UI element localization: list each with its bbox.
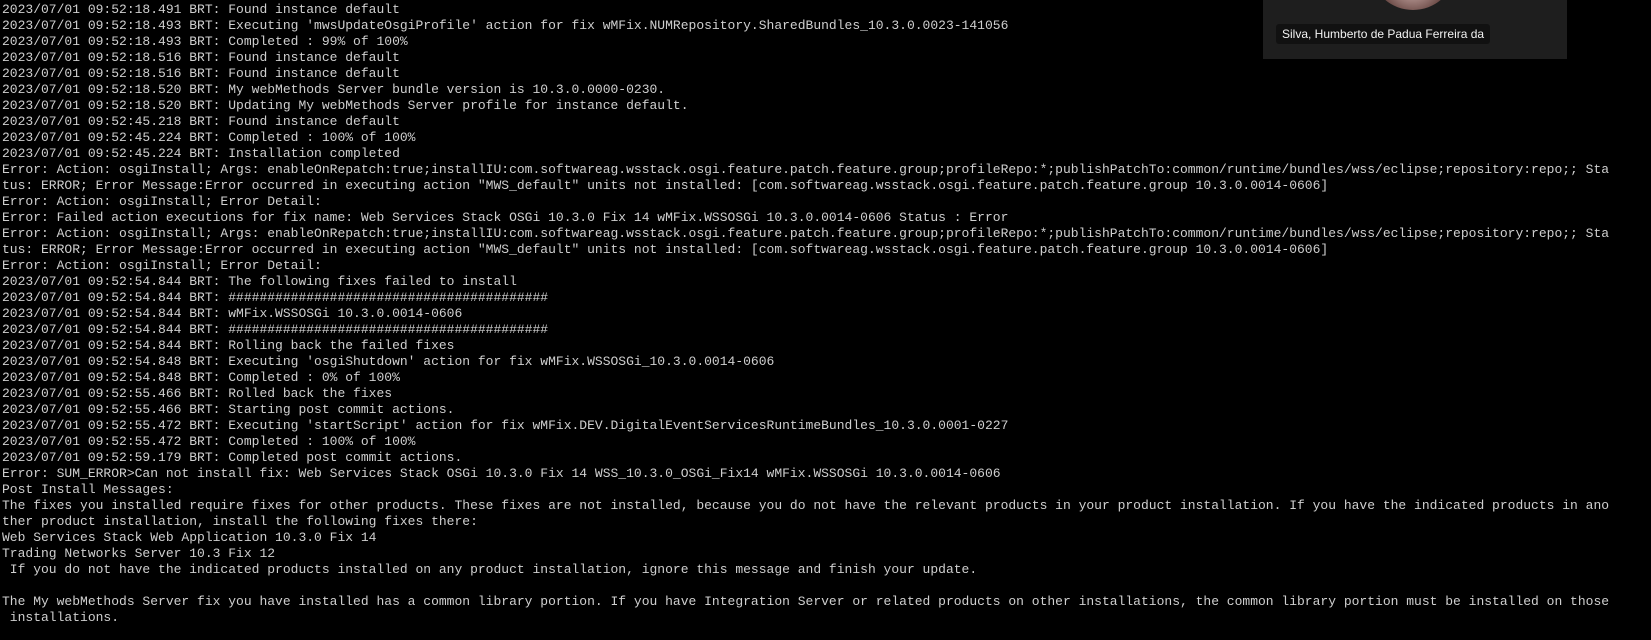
- terminal-line: Web Services Stack Web Application 10.3.…: [2, 530, 377, 545]
- terminal-line: 2023/07/01 09:52:54.844 BRT: wMFix.WSSOS…: [2, 306, 463, 321]
- terminal-line: 2023/07/01 09:52:18.520 BRT: My webMetho…: [2, 82, 666, 97]
- participant-name-label: Silva, Humberto de Padua Ferreira da: [1276, 24, 1491, 44]
- terminal-line: 2023/07/01 09:52:54.844 BRT: ###########…: [2, 290, 549, 305]
- terminal-line: The fixes you installed require fixes fo…: [2, 498, 1610, 513]
- terminal-line: installations.: [2, 610, 120, 625]
- terminal-line: ther product installation, install the f…: [2, 514, 478, 529]
- terminal-line: The My webMethods Server fix you have in…: [2, 594, 1610, 609]
- participant-video-tile[interactable]: Silva, Humberto de Padua Ferreira da: [1263, 0, 1567, 59]
- terminal-line: 2023/07/01 09:52:55.472 BRT: Completed :…: [2, 434, 416, 449]
- terminal-line: Error: Action: osgiInstall; Error Detail…: [2, 194, 322, 209]
- terminal-line: If you do not have the indicated product…: [2, 562, 978, 577]
- terminal-line: 2023/07/01 09:52:54.844 BRT: ###########…: [2, 322, 549, 337]
- terminal-line: 2023/07/01 09:52:54.844 BRT: Rolling bac…: [2, 338, 455, 353]
- terminal-line: 2023/07/01 09:52:45.224 BRT: Installatio…: [2, 146, 400, 161]
- terminal-line: Post Install Messages:: [2, 482, 174, 497]
- terminal-line: Error: Action: osgiInstall; Args: enable…: [2, 162, 1610, 177]
- terminal-output: 2023/07/01 09:52:18.491 BRT: Found insta…: [2, 2, 1651, 626]
- terminal-line: 2023/07/01 09:52:18.516 BRT: Found insta…: [2, 66, 400, 81]
- terminal-line: 2023/07/01 09:52:45.224 BRT: Completed :…: [2, 130, 416, 145]
- terminal-line: tus: ERROR; Error Message:Error occurred…: [2, 242, 1329, 257]
- participant-avatar: [1373, 0, 1453, 10]
- terminal-line: Error: Failed action executions for fix …: [2, 210, 1009, 225]
- terminal-line: 2023/07/01 09:52:55.466 BRT: Rolled back…: [2, 386, 393, 401]
- terminal-line: 2023/07/01 09:52:45.218 BRT: Found insta…: [2, 114, 400, 129]
- terminal-line: 2023/07/01 09:52:18.520 BRT: Updating My…: [2, 98, 689, 113]
- terminal-line: 2023/07/01 09:52:55.466 BRT: Starting po…: [2, 402, 455, 417]
- terminal-window[interactable]: 2023/07/01 09:52:18.491 BRT: Found insta…: [0, 0, 1651, 640]
- terminal-line: Trading Networks Server 10.3 Fix 12: [2, 546, 276, 561]
- terminal-line: 2023/07/01 09:52:55.472 BRT: Executing '…: [2, 418, 1009, 433]
- terminal-line: tus: ERROR; Error Message:Error occurred…: [2, 178, 1329, 193]
- terminal-line: 2023/07/01 09:52:59.179 BRT: Completed p…: [2, 450, 463, 465]
- terminal-line: 2023/07/01 09:52:54.848 BRT: Executing '…: [2, 354, 775, 369]
- terminal-line: Error: Action: osgiInstall; Args: enable…: [2, 226, 1610, 241]
- terminal-line: 2023/07/01 09:52:54.848 BRT: Completed :…: [2, 370, 400, 385]
- terminal-line: Error: SUM_ERROR>Can not install fix: We…: [2, 466, 1001, 481]
- terminal-line: Error: Action: osgiInstall; Error Detail…: [2, 258, 322, 273]
- terminal-line: 2023/07/01 09:52:54.844 BRT: The followi…: [2, 274, 517, 289]
